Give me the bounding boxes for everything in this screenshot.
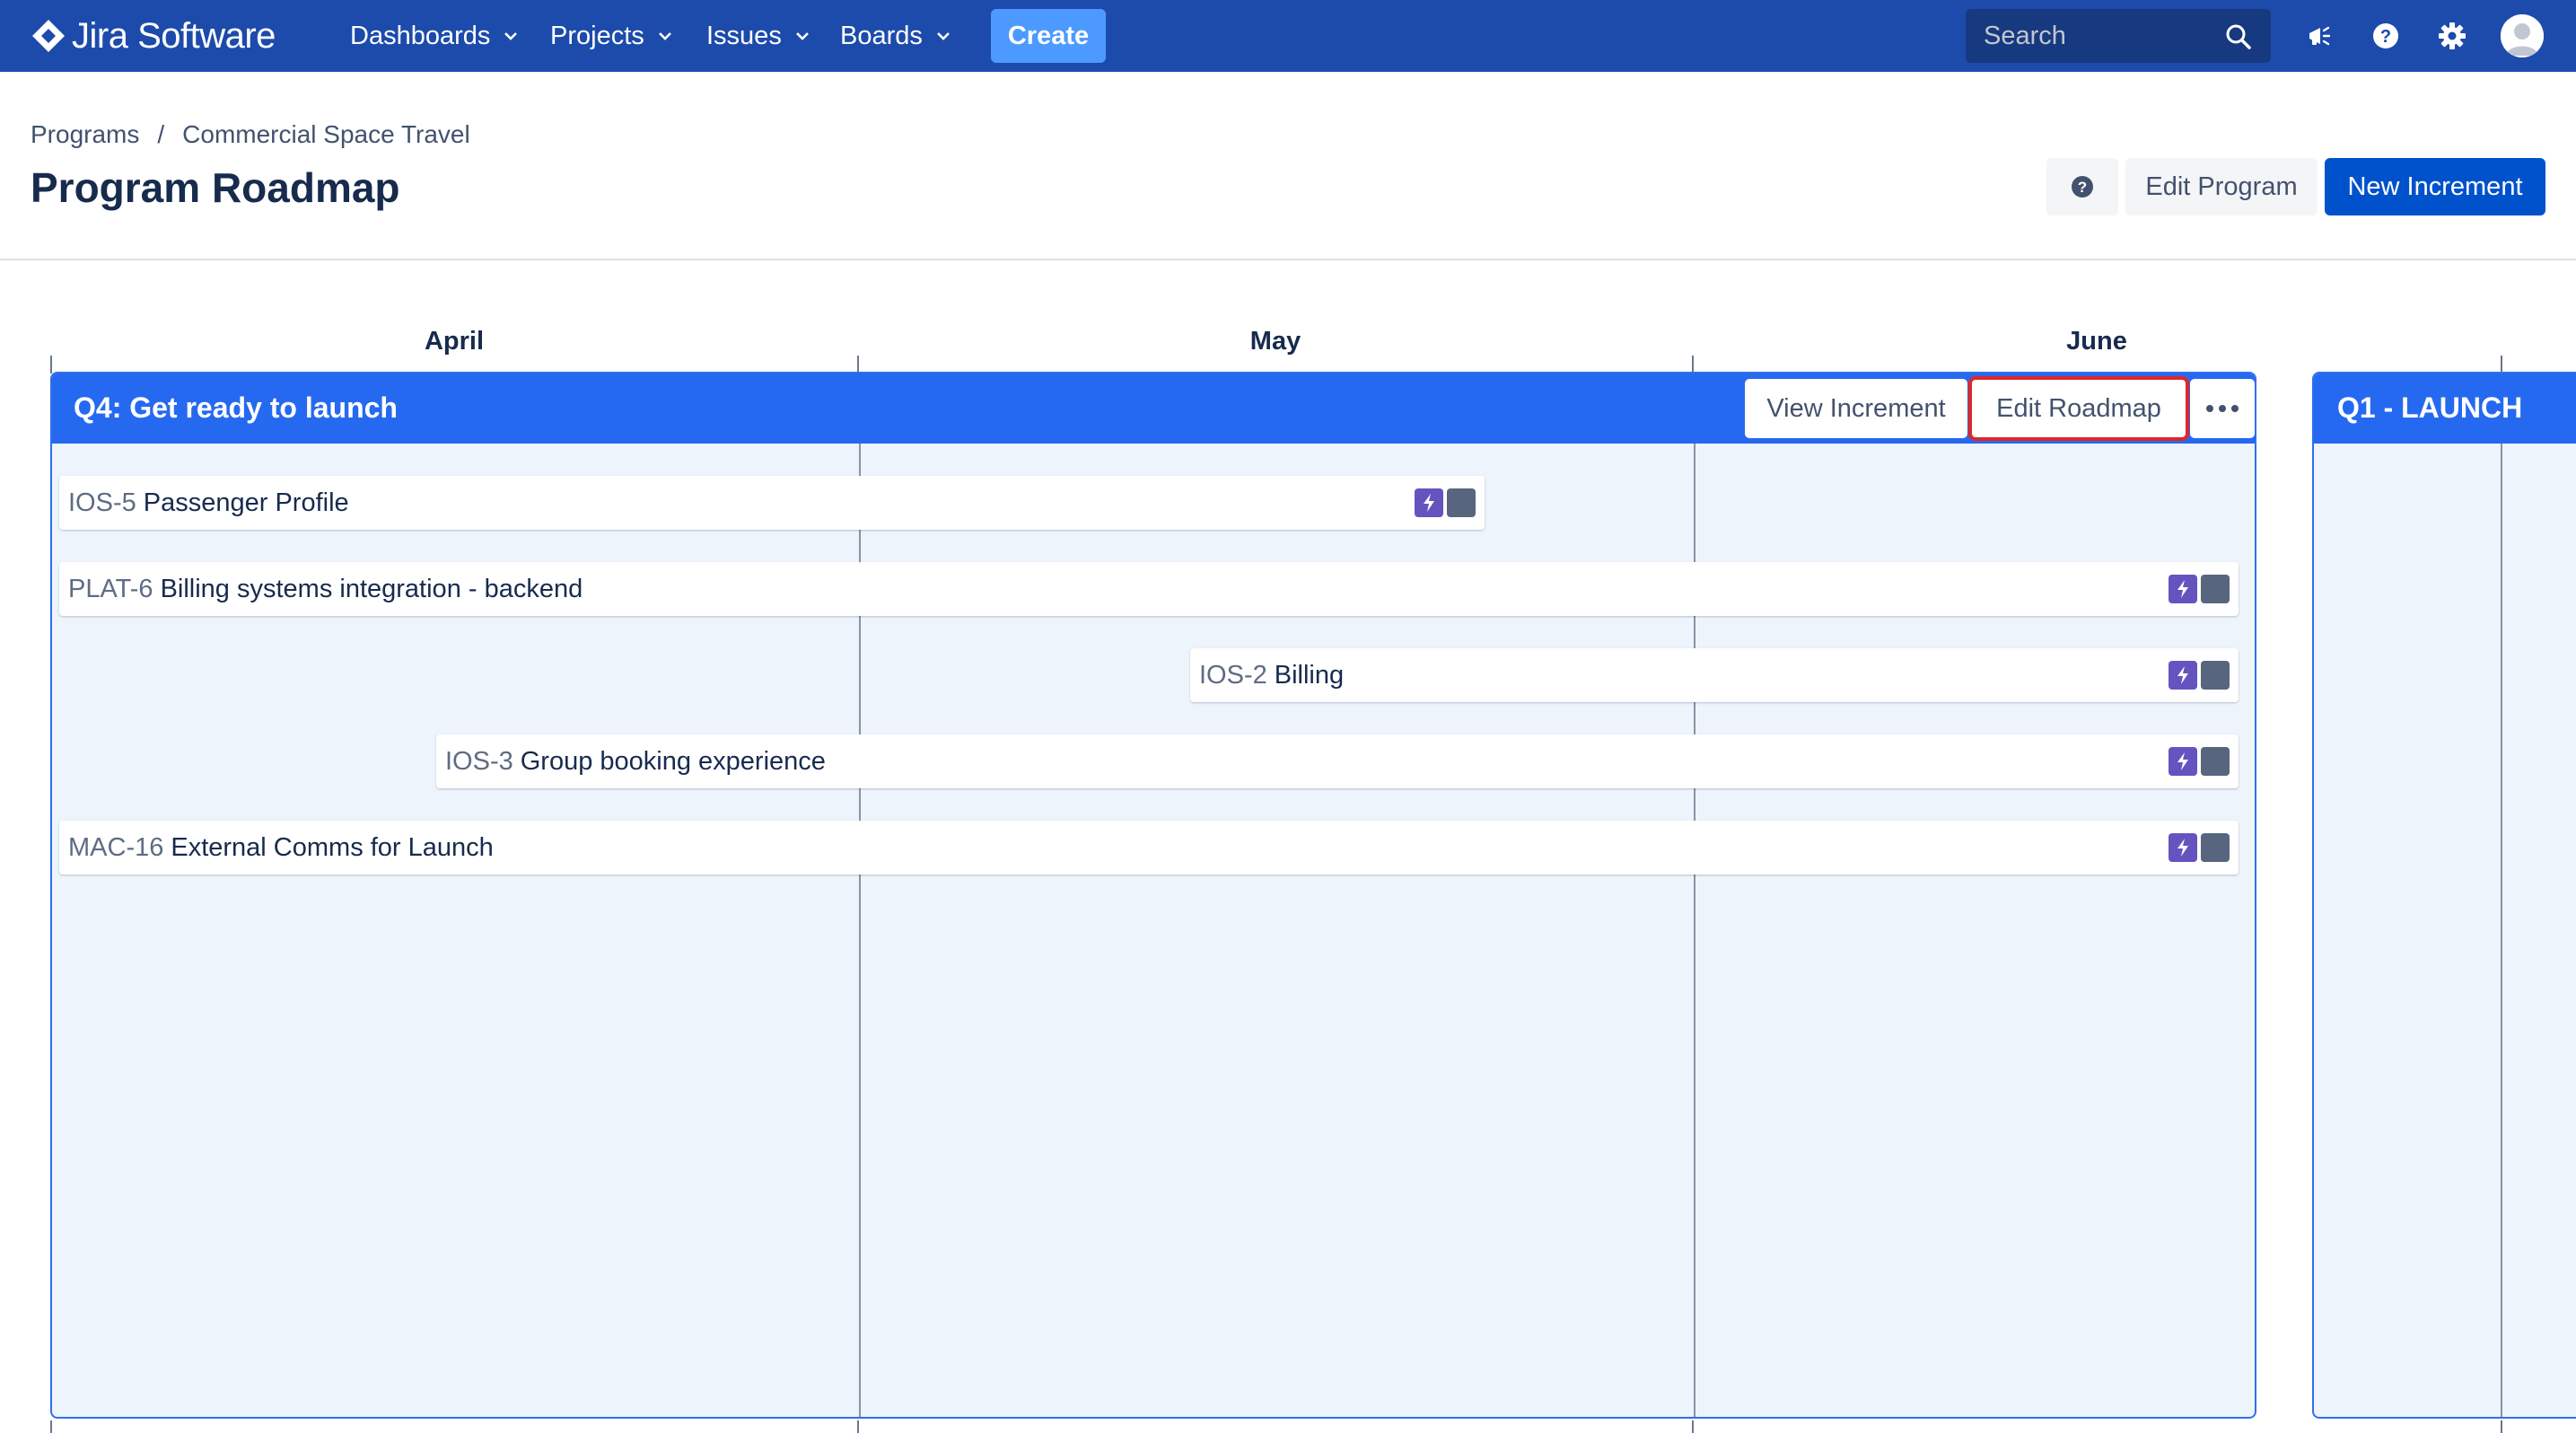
- nav-issues[interactable]: Issues: [706, 18, 810, 54]
- issue-summary: External Comms for Launch: [171, 832, 494, 862]
- svg-text:?: ?: [2380, 27, 2391, 47]
- create-button[interactable]: Create: [991, 9, 1106, 63]
- avatar[interactable]: [2501, 14, 2544, 57]
- user-icon: [2501, 14, 2544, 57]
- issue-summary: Billing systems integration - backend: [160, 574, 583, 603]
- nav-projects-label: Projects: [550, 21, 644, 50]
- issue-key[interactable]: IOS-5: [68, 488, 136, 518]
- timeline-tick: [857, 356, 859, 374]
- top-navigation: Jira Software Dashboards Projects Issues…: [0, 0, 2576, 72]
- nav-dashboards[interactable]: Dashboards: [350, 18, 519, 54]
- epic-icon: [1415, 488, 1443, 517]
- search-icon: [2226, 24, 2251, 49]
- announcements-icon[interactable]: [2301, 18, 2337, 54]
- increment-card-next: Q1 - LAUNCH: [2312, 372, 2576, 1419]
- edit-roadmap-button[interactable]: Edit Roadmap: [1968, 376, 2189, 441]
- status-icon: [2201, 575, 2230, 603]
- issue-summary: Passenger Profile: [143, 488, 349, 517]
- timeline-tick: [2501, 356, 2502, 374]
- status-icon: [2201, 833, 2230, 862]
- month-gridline: [2501, 444, 2502, 1417]
- header-divider: [0, 259, 2576, 260]
- status-icon: [1447, 488, 1476, 517]
- page-title: Program Roadmap: [31, 164, 400, 211]
- breadcrumb-programs[interactable]: Programs: [31, 120, 139, 149]
- month-label-june: June: [2066, 327, 2127, 356]
- nav-issues-label: Issues: [706, 21, 782, 50]
- issue-summary: Group booking experience: [520, 746, 826, 776]
- increment-title: Q1 - LAUNCH: [2337, 391, 2523, 424]
- nav-boards-label: Boards: [840, 21, 923, 50]
- issue-key[interactable]: PLAT-6: [68, 575, 153, 604]
- issue-key[interactable]: MAC-16: [68, 833, 163, 863]
- breadcrumb-program-name[interactable]: Commercial Space Travel: [182, 120, 470, 149]
- roadmap-item[interactable]: IOS-5 Passenger Profile: [59, 476, 1485, 530]
- more-icon: [2206, 405, 2239, 412]
- month-label-may: May: [1249, 327, 1301, 356]
- epic-icon: [2169, 747, 2197, 776]
- search-placeholder: Search: [1984, 22, 2066, 50]
- svg-text:?: ?: [2078, 179, 2087, 196]
- increment-card: Q4: Get ready to launch View Increment E…: [50, 372, 2256, 1419]
- breadcrumb: Programs / Commercial Space Travel: [31, 120, 470, 149]
- breadcrumb-separator: /: [157, 120, 165, 148]
- question-icon: ?: [2072, 176, 2093, 198]
- issue-key[interactable]: IOS-2: [1199, 661, 1267, 690]
- increment-header: Q1 - LAUNCH: [2314, 374, 2576, 444]
- roadmap-item[interactable]: IOS-2 Billing: [1190, 648, 2239, 702]
- epic-icon: [2169, 833, 2197, 862]
- month-label-april: April: [424, 327, 485, 356]
- timeline-tick: [50, 1420, 52, 1433]
- status-icon: [2201, 747, 2230, 776]
- chevron-down-icon: [936, 32, 950, 40]
- help-button[interactable]: ?: [2046, 158, 2118, 215]
- help-icon[interactable]: ?: [2368, 18, 2404, 54]
- timeline-tick: [2501, 1420, 2502, 1433]
- chevron-down-icon: [795, 32, 809, 40]
- chevron-down-icon: [658, 32, 671, 40]
- roadmap-item[interactable]: MAC-16 External Comms for Launch: [59, 821, 2239, 875]
- roadmap-item[interactable]: PLAT-6 Billing systems integration - bac…: [59, 562, 2239, 616]
- timeline-tick: [1692, 1420, 1694, 1433]
- jira-logo[interactable]: Jira Software: [29, 16, 276, 56]
- jira-diamond-icon: [32, 20, 65, 52]
- epic-icon: [2169, 575, 2197, 603]
- status-icon: [2201, 661, 2230, 690]
- nav-projects[interactable]: Projects: [550, 18, 673, 54]
- timeline-tick: [857, 1420, 859, 1433]
- nav-dashboards-label: Dashboards: [350, 21, 491, 50]
- edit-program-button[interactable]: Edit Program: [2125, 158, 2318, 215]
- new-increment-button[interactable]: New Increment: [2325, 158, 2545, 215]
- view-increment-button[interactable]: View Increment: [1745, 379, 1967, 438]
- settings-icon[interactable]: [2434, 18, 2470, 54]
- epic-icon: [2169, 661, 2197, 690]
- timeline-tick: [1692, 356, 1694, 374]
- issue-key[interactable]: IOS-3: [445, 747, 513, 777]
- search-input[interactable]: Search: [1966, 9, 2271, 63]
- more-actions-button[interactable]: [2190, 379, 2255, 438]
- nav-boards[interactable]: Boards: [840, 18, 951, 54]
- increment-header: Q4: Get ready to launch View Increment E…: [52, 374, 2255, 444]
- timeline-tick: [50, 356, 52, 374]
- increment-title: Q4: Get ready to launch: [74, 391, 398, 424]
- issue-summary: Billing: [1274, 660, 1345, 690]
- chevron-down-icon: [504, 32, 518, 40]
- roadmap-item[interactable]: IOS-3 Group booking experience: [436, 734, 2239, 788]
- app-name: Jira Software: [72, 15, 276, 56]
